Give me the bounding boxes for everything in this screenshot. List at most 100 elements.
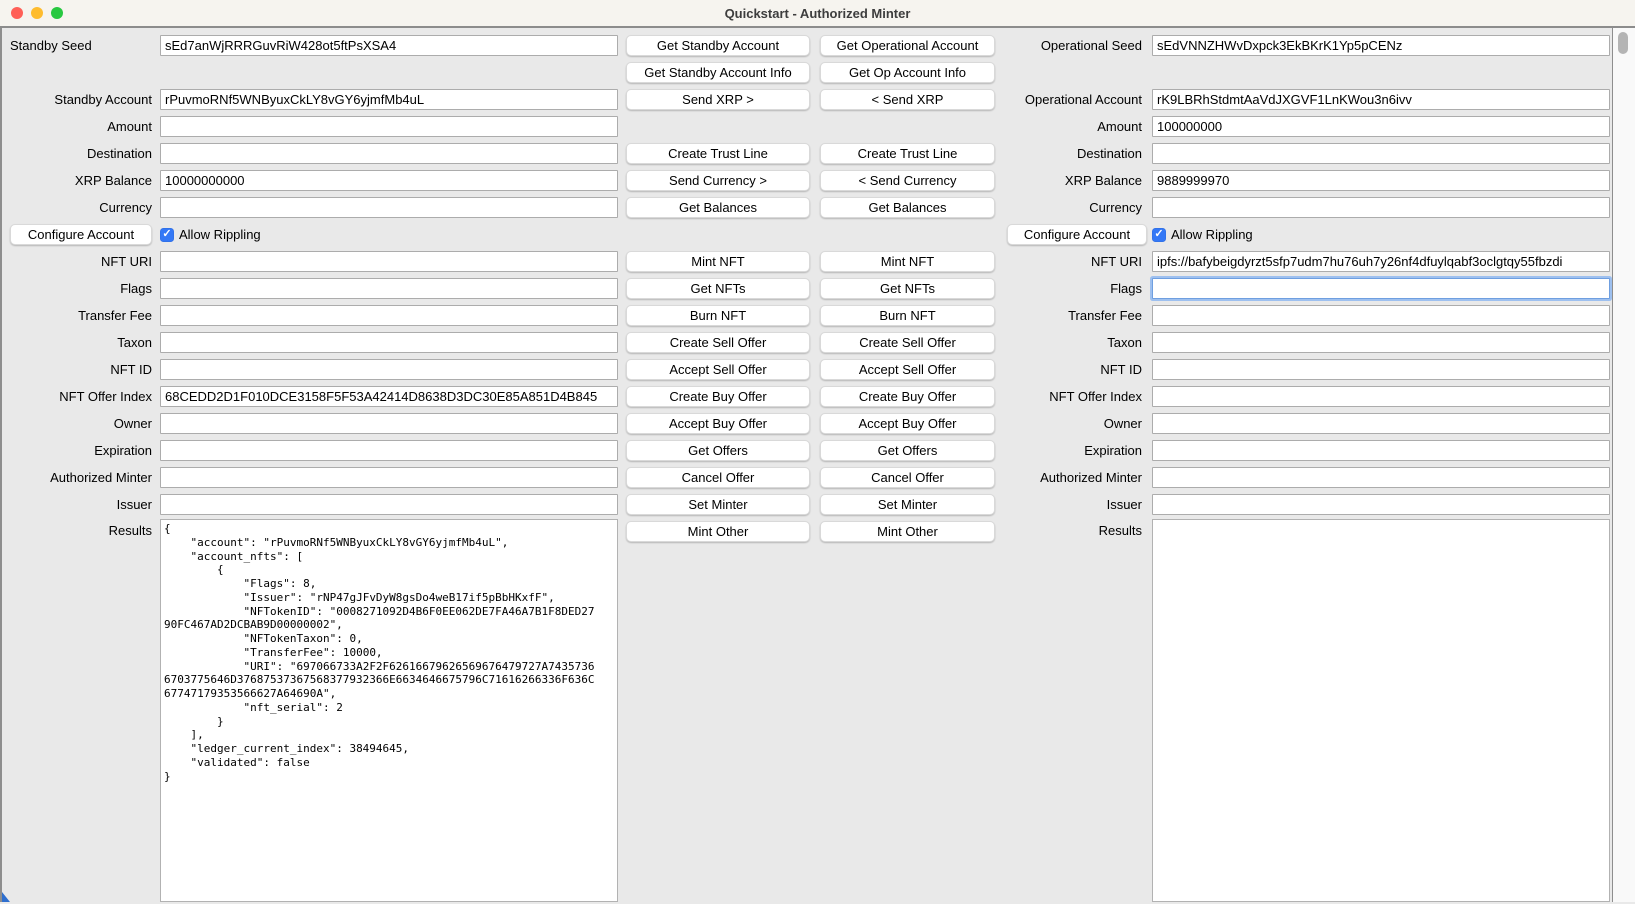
operational-currency-label: Currency	[995, 200, 1147, 215]
standby-expiration-input[interactable]	[160, 440, 618, 461]
standby-nft-offer-index-label: NFT Offer Index	[10, 389, 152, 404]
operational-account-input[interactable]	[1152, 89, 1610, 110]
mint-nft-standby-button[interactable]: Mint NFT	[626, 251, 810, 272]
check-icon: ✓	[162, 229, 171, 240]
standby-issuer-label: Issuer	[10, 497, 152, 512]
operational-destination-input[interactable]	[1152, 143, 1610, 164]
get-offers-standby-button[interactable]: Get Offers	[626, 440, 810, 461]
accept-sell-offer-operational-button[interactable]: Accept Sell Offer	[820, 359, 995, 380]
close-window-button[interactable]	[11, 7, 23, 19]
accept-buy-offer-operational-button[interactable]: Accept Buy Offer	[820, 413, 995, 434]
operational-amount-label: Amount	[995, 119, 1147, 134]
cancel-offer-standby-button[interactable]: Cancel Offer	[626, 467, 810, 488]
standby-seed-input[interactable]	[160, 35, 618, 56]
create-trust-line-standby-button[interactable]: Create Trust Line	[626, 143, 810, 164]
configure-account-operational-button[interactable]: Configure Account	[1007, 224, 1147, 245]
minimize-window-button[interactable]	[31, 7, 43, 19]
operational-issuer-label: Issuer	[995, 497, 1147, 512]
create-buy-offer-standby-button[interactable]: Create Buy Offer	[626, 386, 810, 407]
standby-results-textarea[interactable]: { "account": "rPuvmoRNf5WNByuxCkLY8vGY6y…	[160, 519, 618, 902]
operational-nft-id-label: NFT ID	[995, 362, 1147, 377]
standby-transfer-fee-input[interactable]	[160, 305, 618, 326]
operational-nft-offer-index-label: NFT Offer Index	[995, 389, 1147, 404]
standby-amount-input[interactable]	[160, 116, 618, 137]
get-operational-account-button[interactable]: Get Operational Account	[820, 35, 995, 56]
standby-account-input[interactable]	[160, 89, 618, 110]
form-area: Standby Seed Get Standby Account Get Ope…	[2, 28, 1613, 902]
cancel-offer-operational-button[interactable]: Cancel Offer	[820, 467, 995, 488]
standby-destination-input[interactable]	[160, 143, 618, 164]
allow-rippling-standby-label: Allow Rippling	[179, 227, 261, 242]
row-destination: Destination Create Trust Line Create Tru…	[2, 140, 1612, 167]
standby-issuer-input[interactable]	[160, 494, 618, 515]
send-currency-right-button[interactable]: Send Currency >	[626, 170, 810, 191]
create-buy-offer-operational-button[interactable]: Create Buy Offer	[820, 386, 995, 407]
mint-nft-operational-button[interactable]: Mint NFT	[820, 251, 995, 272]
standby-nft-id-input[interactable]	[160, 359, 618, 380]
standby-authorized-minter-input[interactable]	[160, 467, 618, 488]
operational-currency-input[interactable]	[1152, 197, 1610, 218]
standby-nft-uri-input[interactable]	[160, 251, 618, 272]
set-minter-standby-button[interactable]: Set Minter	[626, 494, 810, 515]
operational-nft-uri-label: NFT URI	[995, 254, 1147, 269]
standby-flags-input[interactable]	[160, 278, 618, 299]
allow-rippling-operational-checkbox[interactable]: ✓	[1152, 228, 1166, 242]
burn-nft-operational-button[interactable]: Burn NFT	[820, 305, 995, 326]
operational-results-textarea[interactable]	[1152, 519, 1610, 902]
scrollbar-thumb[interactable]	[1618, 32, 1628, 54]
operational-balance-input[interactable]	[1152, 170, 1610, 191]
row-flags: Flags Get NFTs Get NFTs Flags	[2, 275, 1612, 302]
row-currency: Currency Get Balances Get Balances Curre…	[2, 194, 1612, 221]
operational-transfer-fee-input[interactable]	[1152, 305, 1610, 326]
standby-taxon-input[interactable]	[160, 332, 618, 353]
standby-results-label: Results	[10, 523, 152, 538]
get-offers-operational-button[interactable]: Get Offers	[820, 440, 995, 461]
row-amount: Amount Amount	[2, 113, 1612, 140]
row-configure: Configure Account ✓ Allow Rippling Confi…	[2, 221, 1612, 248]
accept-sell-offer-standby-button[interactable]: Accept Sell Offer	[626, 359, 810, 380]
operational-owner-input[interactable]	[1152, 413, 1610, 434]
send-currency-left-button[interactable]: < Send Currency	[820, 170, 995, 191]
set-minter-operational-button[interactable]: Set Minter	[820, 494, 995, 515]
get-balances-standby-button[interactable]: Get Balances	[626, 197, 810, 218]
configure-account-standby-button[interactable]: Configure Account	[10, 224, 152, 245]
standby-destination-label: Destination	[10, 146, 152, 161]
get-standby-account-info-button[interactable]: Get Standby Account Info	[626, 62, 810, 83]
create-trust-line-operational-button[interactable]: Create Trust Line	[820, 143, 995, 164]
get-balances-operational-button[interactable]: Get Balances	[820, 197, 995, 218]
row-nft-uri: NFT URI Mint NFT Mint NFT NFT URI	[2, 248, 1612, 275]
operational-nft-uri-input[interactable]	[1152, 251, 1610, 272]
create-sell-offer-standby-button[interactable]: Create Sell Offer	[626, 332, 810, 353]
standby-nft-offer-index-input[interactable]	[160, 386, 618, 407]
get-standby-account-button[interactable]: Get Standby Account	[626, 35, 810, 56]
standby-account-label: Standby Account	[10, 92, 152, 107]
standby-balance-input[interactable]	[160, 170, 618, 191]
operational-expiration-label: Expiration	[995, 443, 1147, 458]
accept-buy-offer-standby-button[interactable]: Accept Buy Offer	[626, 413, 810, 434]
vertical-scrollbar[interactable]	[1613, 28, 1635, 902]
get-op-account-info-button[interactable]: Get Op Account Info	[820, 62, 995, 83]
send-xrp-left-button[interactable]: < Send XRP	[820, 89, 995, 110]
get-nfts-operational-button[interactable]: Get NFTs	[820, 278, 995, 299]
mint-other-standby-button[interactable]: Mint Other	[626, 521, 810, 542]
operational-taxon-input[interactable]	[1152, 332, 1610, 353]
operational-amount-input[interactable]	[1152, 116, 1610, 137]
operational-destination-label: Destination	[995, 146, 1147, 161]
allow-rippling-standby-checkbox[interactable]: ✓	[160, 228, 174, 242]
operational-seed-input[interactable]	[1152, 35, 1610, 56]
operational-authorized-minter-input[interactable]	[1152, 467, 1610, 488]
burn-nft-standby-button[interactable]: Burn NFT	[626, 305, 810, 326]
create-sell-offer-operational-button[interactable]: Create Sell Offer	[820, 332, 995, 353]
corner-caret-icon	[2, 892, 10, 902]
operational-nft-offer-index-input[interactable]	[1152, 386, 1610, 407]
get-nfts-standby-button[interactable]: Get NFTs	[626, 278, 810, 299]
operational-nft-id-input[interactable]	[1152, 359, 1610, 380]
standby-currency-input[interactable]	[160, 197, 618, 218]
operational-issuer-input[interactable]	[1152, 494, 1610, 515]
operational-flags-input[interactable]	[1152, 278, 1610, 299]
send-xrp-right-button[interactable]: Send XRP >	[626, 89, 810, 110]
mint-other-operational-button[interactable]: Mint Other	[820, 521, 995, 542]
standby-owner-input[interactable]	[160, 413, 618, 434]
operational-expiration-input[interactable]	[1152, 440, 1610, 461]
zoom-window-button[interactable]	[51, 7, 63, 19]
